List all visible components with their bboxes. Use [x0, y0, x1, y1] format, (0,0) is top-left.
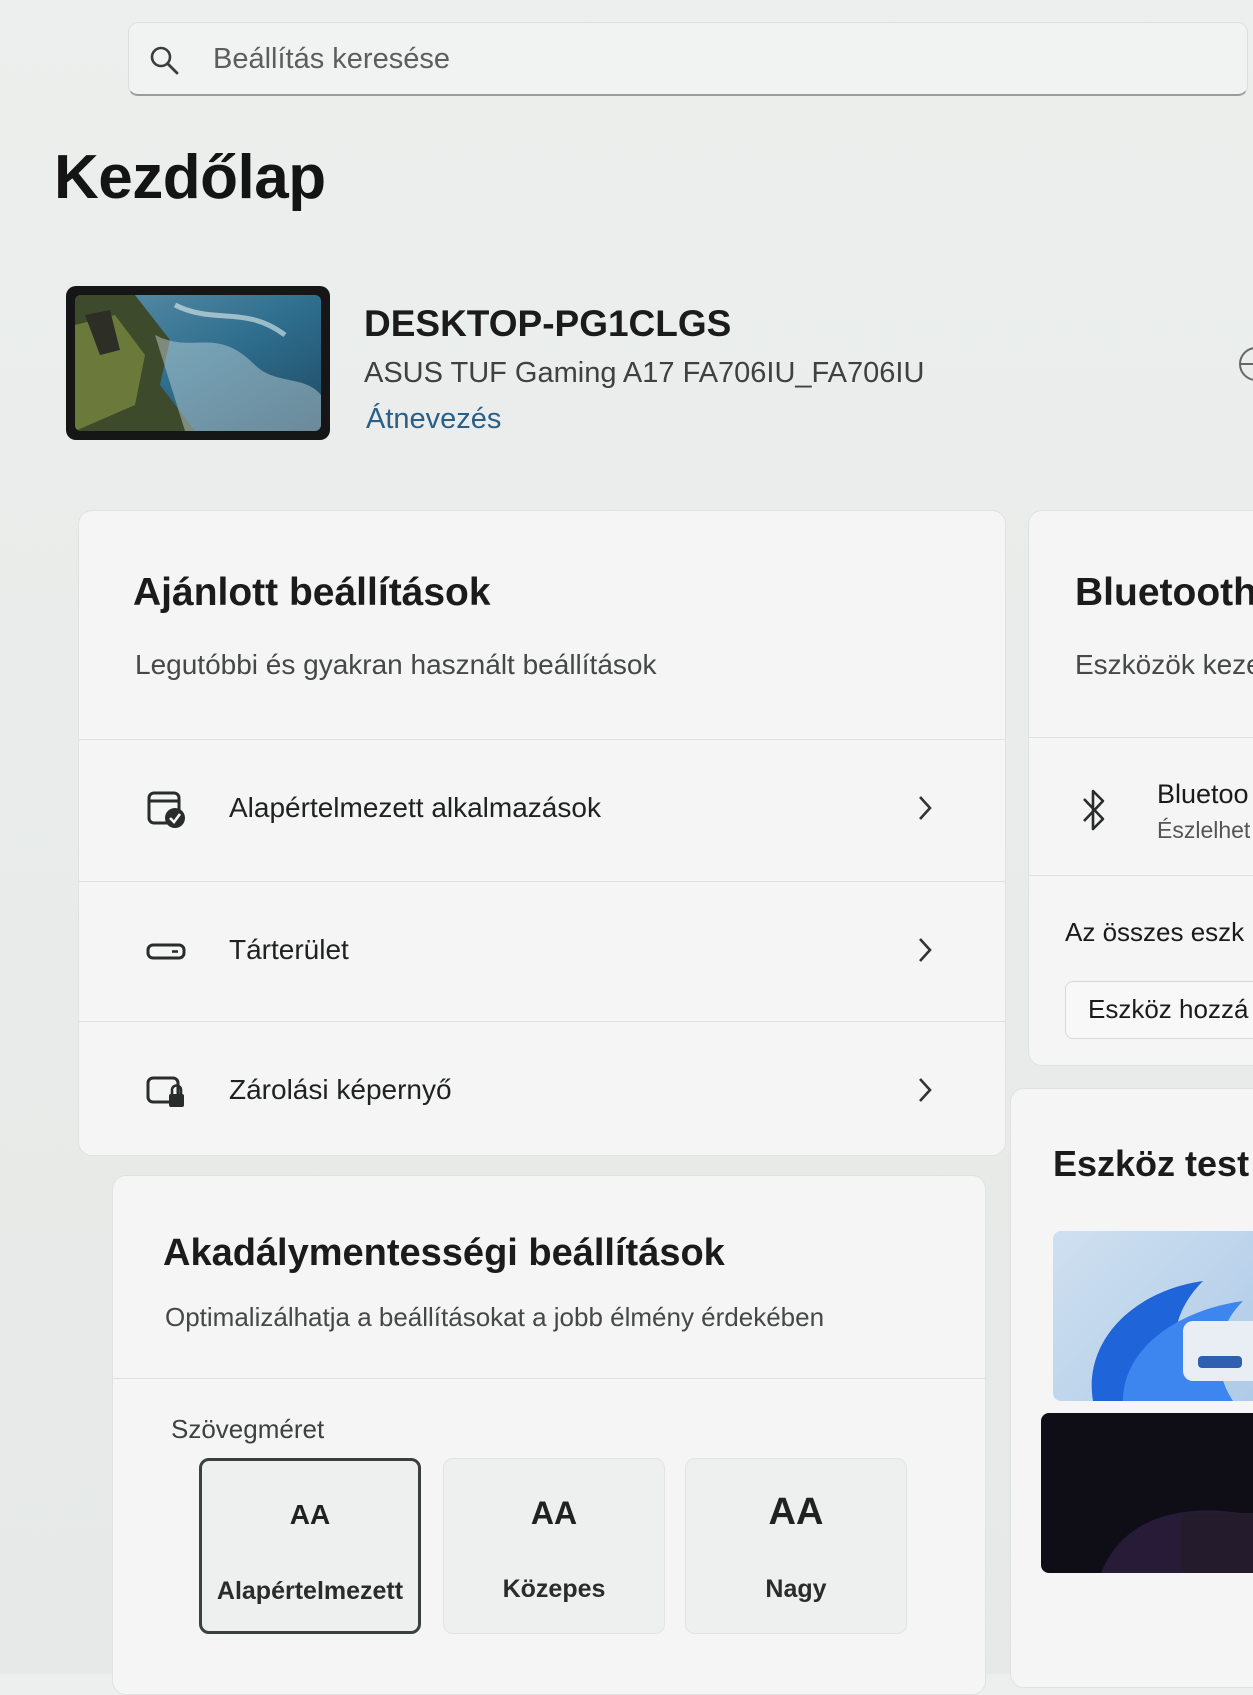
rename-link[interactable]: Átnevezés — [366, 403, 501, 436]
bluetooth-icon — [1083, 789, 1105, 831]
recommended-item-storage[interactable]: Tárterület — [79, 881, 1005, 1022]
text-size-icon: AA — [530, 1495, 578, 1531]
recommended-item-lock-screen[interactable]: Zárolási képernyő — [79, 1021, 1005, 1162]
device-name: DESKTOP-PG1CLGS — [364, 303, 732, 344]
card-subtitle: Legutóbbi és gyakran használt beállításo… — [135, 649, 657, 680]
bluetooth-item-title: Bluetoo — [1157, 779, 1249, 809]
desktop-wallpaper-thumbnail[interactable] — [66, 286, 330, 440]
page-title: Kezdőlap — [54, 143, 326, 212]
lock-screen-icon — [146, 1076, 184, 1107]
add-device-label: Eszköz hozzá — [1088, 994, 1249, 1024]
theme-preview-light[interactable] — [1053, 1231, 1253, 1401]
text-size-option-label: Közepes — [502, 1575, 606, 1603]
bluetooth-item-status: Észlelhet — [1157, 817, 1251, 843]
text-size-icon: AA — [289, 1499, 331, 1530]
text-size-icon: AA — [768, 1491, 824, 1533]
device-customization-card: Eszköz test — [1010, 1088, 1253, 1688]
chevron-right-icon — [919, 796, 932, 820]
card-title: Ajánlott beállítások — [133, 571, 491, 614]
card-subtitle: Eszközök keze — [1075, 649, 1253, 680]
storage-icon — [146, 943, 186, 960]
row-label: Zárolási képernyő — [229, 1074, 452, 1105]
chevron-right-icon — [919, 938, 932, 962]
chevron-right-icon — [919, 1078, 932, 1102]
device-model: ASUS TUF Gaming A17 FA706IU_FA706IU — [364, 357, 925, 389]
default-apps-icon — [147, 791, 185, 828]
row-label: Alapértelmezett alkalmazások — [229, 792, 601, 823]
row-label: Tárterület — [229, 934, 349, 965]
text-size-option-label: Nagy — [765, 1575, 827, 1603]
recommended-item-default-apps[interactable]: Alapértelmezett alkalmazások — [79, 739, 1005, 880]
search-box[interactable]: Beállítás keresése — [128, 22, 1248, 96]
card-title: Eszköz test — [1053, 1143, 1250, 1184]
recommended-settings-card: Ajánlott beállítások Legutóbbi és gyakra… — [78, 510, 1006, 1156]
card-subtitle: Optimalizálhatja a beállításokat a jobb … — [165, 1302, 825, 1332]
text-size-option-large[interactable]: AA Nagy — [685, 1458, 907, 1634]
card-title: Bluetooth — [1075, 571, 1253, 614]
search-input[interactable]: Beállítás keresése — [213, 43, 450, 76]
text-size-option-default[interactable]: AA Alapértelmezett — [199, 1458, 421, 1634]
card-title: Akadálymentességi beállítások — [163, 1232, 725, 1274]
bluetooth-card: Bluetooth Eszközök keze Bluetoo Észlelhe… — [1028, 510, 1253, 1066]
search-icon — [150, 46, 179, 75]
text-size-option-medium[interactable]: AA Közepes — [443, 1458, 665, 1634]
text-size-label: Szövegméret — [171, 1414, 325, 1444]
text-size-option-label: Alapértelmezett — [216, 1577, 404, 1605]
all-devices-link[interactable]: Az összes eszk — [1065, 917, 1244, 948]
accessibility-settings-card: Akadálymentességi beállítások Optimalizá… — [112, 1175, 986, 1695]
globe-icon[interactable] — [1234, 344, 1253, 384]
theme-preview-dark[interactable] — [1041, 1413, 1253, 1573]
add-device-button[interactable]: Eszköz hozzá — [1065, 981, 1253, 1039]
